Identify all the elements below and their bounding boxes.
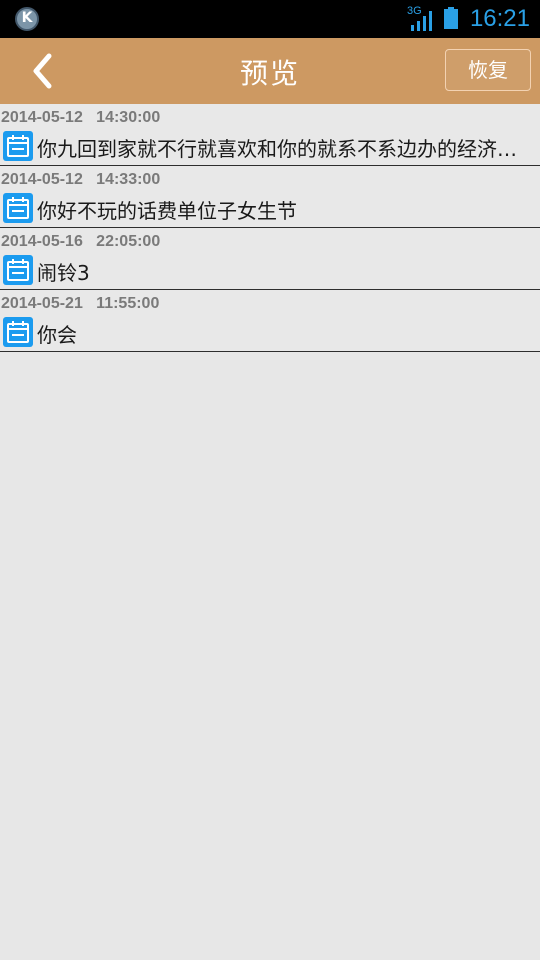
battery-icon — [444, 7, 458, 29]
list-item[interactable]: 2014-05-16 22:05:00 闹铃3 — [0, 228, 540, 290]
item-timestamp: 2014-05-16 22:05:00 — [1, 233, 161, 250]
item-text: 你九回到家就不行就喜欢和你的就系不系边办的经济… — [37, 137, 517, 161]
item-timestamp: 2014-05-21 11:55:00 — [1, 295, 160, 312]
item-text: 你好不玩的话费单位子女生节 — [37, 199, 297, 223]
list-item[interactable]: 2014-05-21 11:55:00 你会 — [0, 290, 540, 352]
item-text: 闹铃3 — [37, 261, 90, 285]
calendar-icon — [3, 131, 33, 161]
calendar-icon — [3, 317, 33, 347]
item-timestamp: 2014-05-12 14:30:00 — [1, 109, 161, 126]
status-bar: 3G 16:21 — [0, 0, 540, 38]
list-item[interactable]: 2014-05-12 14:33:00 你好不玩的话费单位子女生节 — [0, 166, 540, 228]
calendar-icon — [3, 193, 33, 223]
item-timestamp: 2014-05-12 14:33:00 — [1, 171, 161, 188]
preview-list: 2014-05-12 14:30:00 你九回到家就不行就喜欢和你的就系不系边办… — [0, 104, 540, 352]
item-text: 你会 — [37, 323, 77, 347]
signal-icon — [411, 11, 432, 31]
clock: 16:21 — [469, 5, 530, 32]
app-k-icon — [15, 7, 39, 31]
calendar-icon — [3, 255, 33, 285]
title-bar: 预览 恢复 — [0, 38, 540, 104]
restore-button[interactable]: 恢复 — [445, 49, 531, 91]
list-item[interactable]: 2014-05-12 14:30:00 你九回到家就不行就喜欢和你的就系不系边办… — [0, 104, 540, 166]
